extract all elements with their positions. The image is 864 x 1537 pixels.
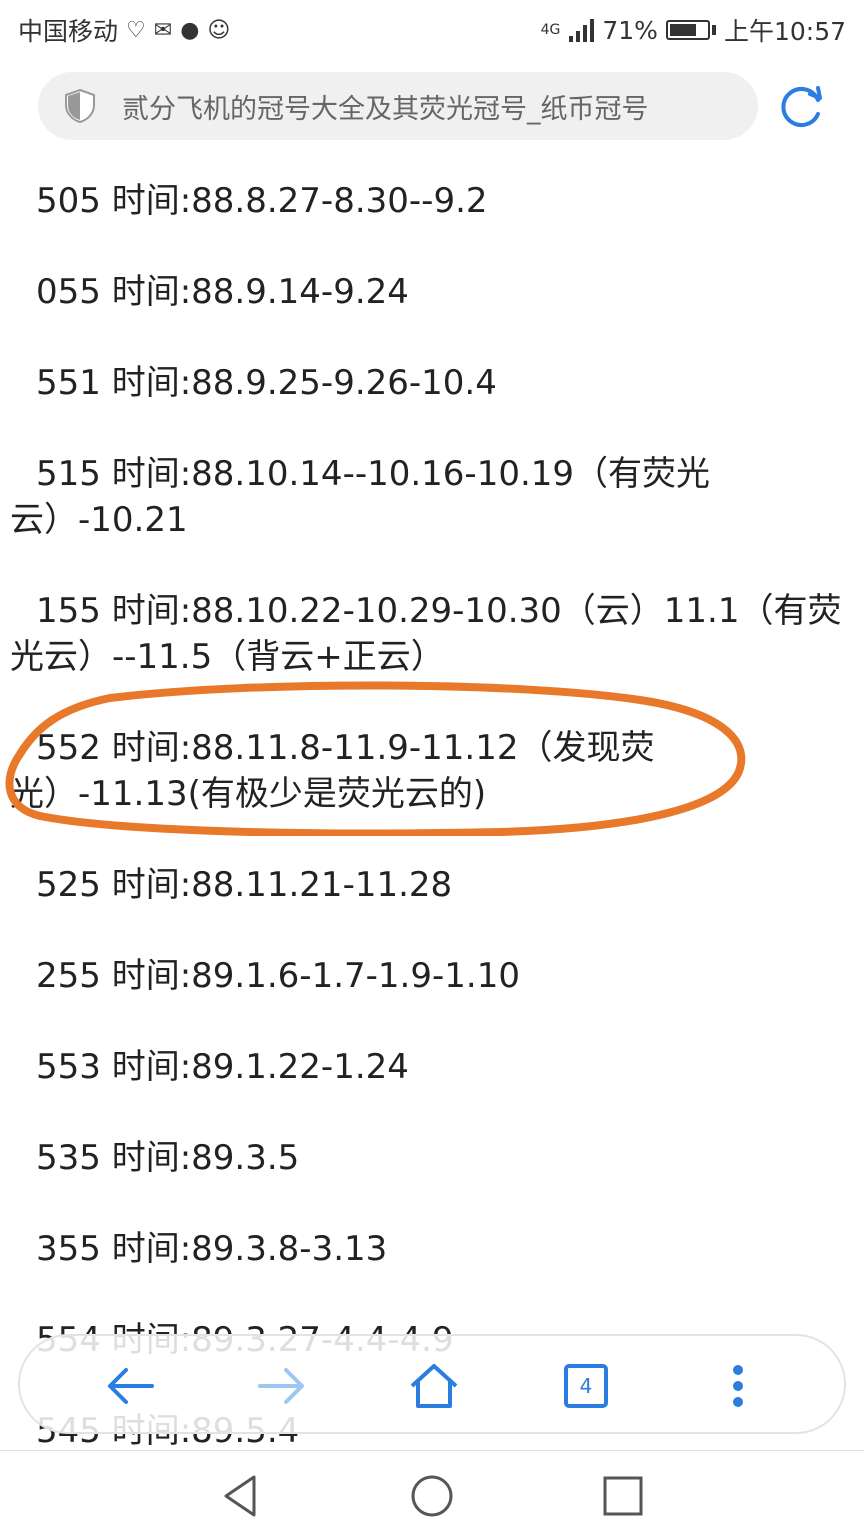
browser-toolbar: 4	[18, 1334, 846, 1434]
arrow-right-icon	[258, 1368, 304, 1404]
list-item: 525 时间:88.11.21-11.28	[36, 865, 453, 905]
notification-icon: ☺	[207, 17, 231, 43]
refresh-icon[interactable]	[774, 80, 828, 134]
menu-button[interactable]	[708, 1356, 768, 1416]
list-item: 552 时间:88.11.8-11.9-11.12（发现荧光）-11.13(有极…	[10, 728, 655, 814]
status-right: 4G 71% 上午10:57	[541, 12, 846, 48]
wechat-icon: ✉	[153, 17, 173, 43]
battery-fill	[669, 24, 696, 36]
tabs-icon	[564, 1364, 608, 1408]
list-item: 515 时间:88.10.14--10.16-10.19（有荧光云）-10.21	[10, 454, 711, 540]
clock: 上午10:57	[723, 17, 846, 46]
arrow-left-icon	[108, 1368, 154, 1404]
battery-percent: 71%	[602, 15, 658, 45]
list-item: 155 时间:88.10.22-10.29-10.30（云）11.1（有荧光云）…	[10, 591, 842, 677]
nav-recents-icon[interactable]	[598, 1471, 648, 1521]
network-type: 4G	[540, 22, 561, 38]
list-item: 505 时间:88.8.27-8.30--9.2	[36, 181, 488, 221]
list-item: 055 时间:88.9.14-9.24	[36, 272, 409, 312]
list-item: 553 时间:89.1.22-1.24	[36, 1047, 409, 1087]
message-icon: ●	[180, 17, 200, 43]
back-button[interactable]	[100, 1356, 160, 1416]
list-item: 355 时间:89.3.8-3.13	[36, 1229, 388, 1269]
forward-button[interactable]	[252, 1356, 312, 1416]
nav-home-icon[interactable]	[407, 1471, 457, 1521]
home-button[interactable]	[404, 1356, 464, 1416]
system-nav-bar	[0, 1450, 864, 1537]
list-item: 535 时间:89.3.5	[36, 1138, 300, 1178]
home-icon	[410, 1364, 458, 1408]
list-item: 551 时间:88.9.25-9.26-10.4	[36, 363, 497, 403]
nav-back-icon[interactable]	[216, 1471, 266, 1521]
tabs-button[interactable]: 4	[556, 1356, 616, 1416]
signal-icon	[569, 19, 595, 42]
battery-icon	[665, 20, 710, 40]
carrier-label: 中国移动	[18, 17, 119, 46]
status-bar: 中国移动 ♡ ✉ ● ☺ 4G 71% 上午10:57	[0, 0, 864, 60]
list-item: 255 时间:89.1.6-1.7-1.9-1.10	[36, 956, 520, 996]
status-left: 中国移动 ♡ ✉ ● ☺	[18, 12, 230, 48]
page-title: 贰分飞机的冠号大全及其荧光冠号_纸币冠号	[122, 93, 649, 125]
battery-nub	[711, 25, 716, 35]
address-bar[interactable]: 贰分飞机的冠号大全及其荧光冠号_纸币冠号	[38, 72, 758, 140]
more-vertical-icon	[733, 1365, 743, 1407]
shield-icon	[65, 88, 95, 124]
heart-monitor-icon: ♡	[126, 17, 146, 43]
